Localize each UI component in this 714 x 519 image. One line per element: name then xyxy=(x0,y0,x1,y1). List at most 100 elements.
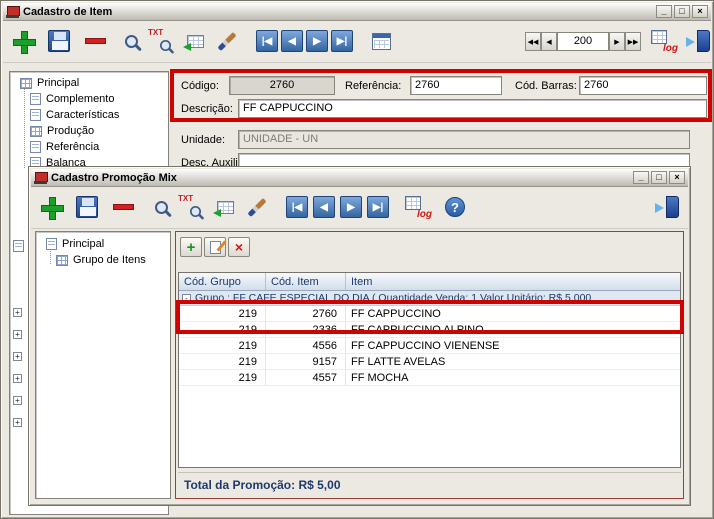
save-icon xyxy=(48,30,70,52)
collapse-icon[interactable]: - xyxy=(182,293,191,303)
sidebar-item-producao[interactable]: Produção xyxy=(30,125,94,137)
row-delete-icon: × xyxy=(234,238,244,255)
add-button[interactable] xyxy=(7,25,39,57)
doc-icon xyxy=(30,141,41,153)
log-button[interactable]: log xyxy=(647,25,679,57)
tree-expander[interactable]: + xyxy=(13,330,22,339)
descricao-field[interactable]: FF CAPPUCCINO xyxy=(238,99,707,118)
add-icon xyxy=(40,196,64,220)
log-button[interactable]: log xyxy=(401,191,433,223)
sidebar-item-principal[interactable]: Principal xyxy=(46,238,104,250)
column-header-cod-grupo[interactable]: Cód. Grupo xyxy=(179,273,266,290)
nav-last-button[interactable]: ▶| xyxy=(331,30,353,52)
grid-header: Cód. Grupo Cód. Item Item xyxy=(179,273,680,291)
exit-button[interactable] xyxy=(685,25,713,57)
row-edit-icon xyxy=(209,240,221,254)
log-icon: log xyxy=(404,195,432,220)
brush-button[interactable] xyxy=(211,25,243,57)
transfer-button[interactable] xyxy=(179,25,211,57)
delete-icon xyxy=(112,204,134,210)
app-icon xyxy=(6,5,20,18)
promo-toolbar: TXT |◀ ◀ ▶ ▶| log ? xyxy=(31,187,688,229)
nav-next-button[interactable]: ▶ xyxy=(340,196,362,218)
doc-icon xyxy=(13,240,24,252)
referencia-field[interactable]: 2760 xyxy=(410,76,502,95)
nav-first-button[interactable]: |◀ xyxy=(286,196,308,218)
sidebar-item-caracteristicas[interactable]: Características xyxy=(30,109,119,121)
transfer-icon xyxy=(212,200,234,217)
exit-icon xyxy=(686,30,712,52)
save-button[interactable] xyxy=(71,191,103,223)
counter-first-button[interactable]: ◀◀ xyxy=(525,32,541,51)
add-button[interactable] xyxy=(35,191,67,223)
doc-icon xyxy=(30,109,41,121)
row-add-button[interactable]: + xyxy=(180,237,202,257)
sidebar-item-referencia[interactable]: Referência xyxy=(30,141,99,153)
nav-prev-button[interactable]: ◀ xyxy=(281,30,303,52)
nav-prev-button[interactable]: ◀ xyxy=(313,196,335,218)
nav-first-button[interactable]: |◀ xyxy=(256,30,278,52)
counter-next-button[interactable]: ▶ xyxy=(609,32,625,51)
minimize-button[interactable]: _ xyxy=(633,171,649,184)
brush-icon xyxy=(247,197,267,217)
item-window-titlebar[interactable]: Cadastro de Item _ □ × xyxy=(3,3,711,21)
sidebar-item-complemento[interactable]: Complemento xyxy=(30,93,114,105)
app-icon xyxy=(34,171,48,184)
search-txt-button[interactable]: TXT xyxy=(145,25,177,57)
grid-row[interactable]: 219 4556 FF CAPPUCCINO VIENENSE xyxy=(179,338,680,354)
search-button[interactable] xyxy=(145,191,177,223)
tree-expander[interactable]: + xyxy=(13,308,22,317)
calendar-button[interactable] xyxy=(365,25,397,57)
brush-icon xyxy=(217,31,237,51)
maximize-button[interactable]: □ xyxy=(674,5,690,18)
exit-button[interactable] xyxy=(654,191,682,223)
unidade-label: Unidade: xyxy=(181,134,226,146)
sidebar-item-grupo-de-itens[interactable]: Grupo de Itens xyxy=(56,254,146,266)
counter-value[interactable]: 200 xyxy=(557,32,609,51)
close-button[interactable]: × xyxy=(669,171,685,184)
save-button[interactable] xyxy=(43,25,75,57)
tree-expander[interactable]: + xyxy=(13,396,22,405)
grid-row[interactable]: 219 9157 FF LATTE AVELAS xyxy=(179,354,680,370)
tree-expander[interactable]: + xyxy=(13,374,22,383)
grid-row-selected[interactable]: 219 2760 FF CAPPUCCINO xyxy=(179,306,680,322)
promo-window-titlebar[interactable]: Cadastro Promoção Mix _ □ × xyxy=(31,169,688,187)
delete-button[interactable] xyxy=(79,25,111,57)
cod-barras-field[interactable]: 2760 xyxy=(579,76,707,95)
doc-icon xyxy=(46,238,57,250)
column-header-item[interactable]: Item xyxy=(346,273,680,290)
counter-prev-button[interactable]: ◀ xyxy=(541,32,557,51)
unidade-field[interactable]: UNIDADE - UN xyxy=(238,130,690,149)
grid-row[interactable]: 219 4557 FF MOCHA xyxy=(179,370,680,386)
item-window-title: Cadastro de Item xyxy=(23,5,113,18)
counter-last-button[interactable]: ▶▶ xyxy=(625,32,641,51)
nav-last-button[interactable]: ▶| xyxy=(367,196,389,218)
transfer-button[interactable] xyxy=(209,191,241,223)
maximize-button[interactable]: □ xyxy=(651,171,667,184)
search-txt-icon: TXT xyxy=(178,194,204,220)
grid-group-row[interactable]: - Grupo : FF CAFE ESPECIAL DO DIA ( Quan… xyxy=(179,291,680,306)
tree-expander[interactable]: + xyxy=(13,418,22,427)
codigo-field[interactable]: 2760 xyxy=(229,76,335,95)
promo-total: Total da Promoção: R$ 5,00 xyxy=(178,472,681,496)
nav-next-button[interactable]: ▶ xyxy=(306,30,328,52)
record-counter: ◀◀ ◀ 200 ▶ ▶▶ xyxy=(525,31,641,52)
grid-icon xyxy=(30,125,42,137)
tree-expander[interactable]: + xyxy=(13,352,22,361)
minimize-button[interactable]: _ xyxy=(656,5,672,18)
group-header-text: Grupo : FF CAFE ESPECIAL DO DIA ( Quanti… xyxy=(195,292,592,304)
search-txt-button[interactable]: TXT xyxy=(175,191,207,223)
column-header-cod-item[interactable]: Cód. Item xyxy=(266,273,346,290)
help-button[interactable]: ? xyxy=(439,191,471,223)
row-delete-button[interactable]: × xyxy=(228,237,250,257)
delete-button[interactable] xyxy=(107,191,139,223)
help-icon: ? xyxy=(445,197,465,217)
descricao-label: Descrição: xyxy=(181,103,233,115)
row-edit-button[interactable] xyxy=(204,237,226,257)
grid-row[interactable]: 219 2336 FF CAPPUCCINO ALPINO xyxy=(179,322,680,338)
transfer-icon xyxy=(182,34,204,51)
brush-button[interactable] xyxy=(241,191,273,223)
close-button[interactable]: × xyxy=(692,5,708,18)
search-button[interactable] xyxy=(115,25,147,57)
sidebar-item-principal[interactable]: Principal xyxy=(20,77,79,89)
